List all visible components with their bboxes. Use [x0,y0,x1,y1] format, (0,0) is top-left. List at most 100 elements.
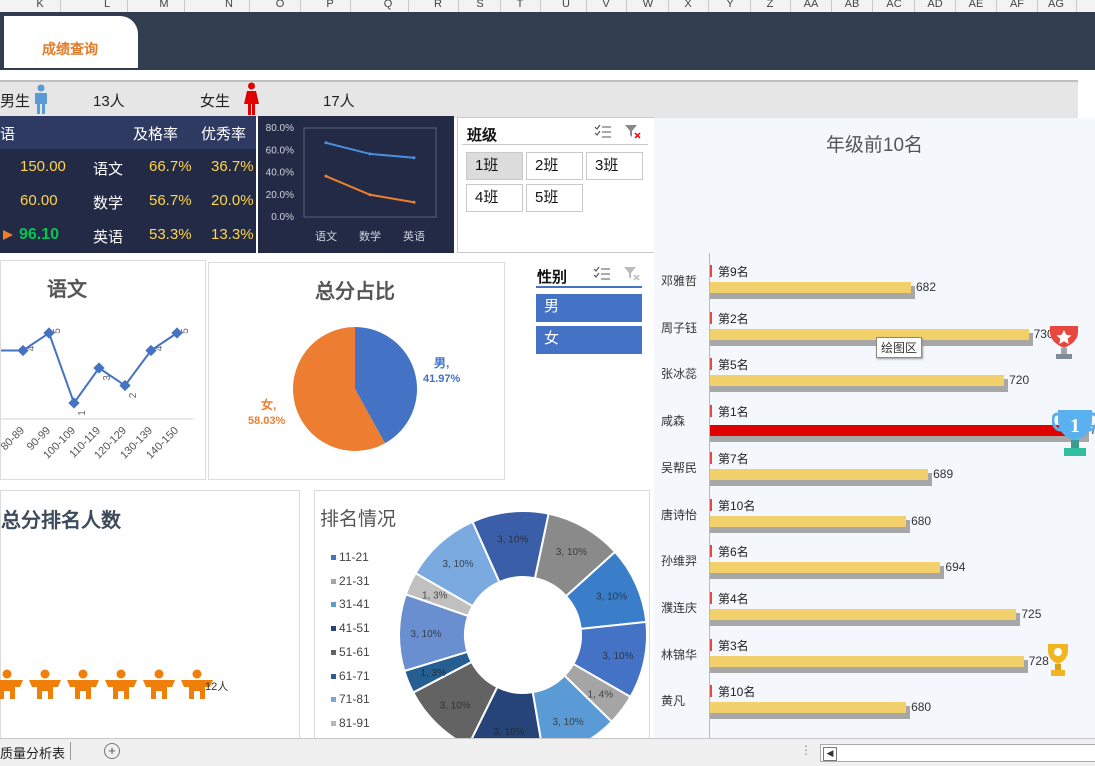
column-header-cell[interactable]: L [87,0,128,12]
x-tick-label: 数学 [359,229,381,243]
rank-marker [710,685,712,698]
student-name: 吴帮民 [661,460,698,475]
score-bar [710,562,941,574]
person-icon [0,669,23,699]
score-bar [710,375,1005,387]
top10-row: 邓雅哲 第9名 682 [654,263,1095,309]
column-header-cell[interactable]: O [260,0,301,12]
class-option-5[interactable]: 5班 [526,184,583,212]
sheet-tab-bar: 质量分析表 + ⋮ ◀ [0,738,1095,766]
gender-option-female[interactable]: 女 [536,326,642,354]
clear-filter-icon[interactable] [623,266,641,282]
column-header-cell[interactable]: AE [956,0,997,12]
person-head [78,669,88,679]
rank-label: 第7名 [718,451,749,466]
series-line-0 [325,141,415,159]
column-header-cell[interactable]: Y [710,0,751,12]
column-header-cell[interactable]: V [586,0,627,12]
pie-label-female: 女, [261,398,277,412]
column-header-cell[interactable]: U [546,0,587,12]
excellent-rate: 20.0% [211,192,254,209]
column-header-cell[interactable]: S [460,0,501,12]
donut-data-label: 3, 10% [497,535,528,546]
donut-data-label: 3, 10% [493,727,524,738]
column-header-cell[interactable]: AF [997,0,1038,12]
gender-option-male[interactable]: 男 [536,294,642,322]
donut-data-label: 3, 10% [440,700,471,711]
y-tick-label: 40.0% [266,168,294,179]
mini-plot-border [303,127,437,218]
chinese-line-chart: 451324580-8990-99100-109110-119120-12913… [1,327,193,462]
column-header-cell[interactable]: P [310,0,351,12]
gender-slicer-title: 性别 [537,269,568,286]
column-header-cell[interactable]: AG [1036,0,1077,12]
top10-row: 林锦华 第3名 728 [654,637,1095,683]
horizontal-scrollbar[interactable]: ◀ [820,744,1095,762]
class-option-4[interactable]: 4班 [466,184,523,212]
male-label: 男生 [0,93,31,110]
scroll-left-icon[interactable]: ◀ [823,747,837,761]
student-name: 黄凡 [661,694,686,709]
student-name: 孙维羿 [661,554,698,569]
rank-marker [710,265,712,277]
column-header-cell[interactable]: T [500,0,541,12]
top10-row: 黄凡 第10名 680 [654,683,1095,729]
person-icon [67,669,99,699]
pass-rate: 53.3% [149,226,192,243]
add-sheet-button[interactable]: + [104,743,120,759]
rank-marker [710,451,712,464]
rank-label: 第6名 [718,545,749,560]
class-option-1[interactable]: 1班 [466,152,523,180]
data-label: 4 [26,345,37,351]
column-header-cell[interactable]: Z [750,0,791,12]
donut-data-label: 1, 4% [588,690,614,701]
class-option-2[interactable]: 2班 [526,152,583,180]
rank-label: 第5名 [718,358,749,373]
data-point [412,156,416,160]
column-header-cell[interactable]: M [144,0,185,12]
person-head [192,669,202,679]
column-header-cell[interactable]: K [20,0,61,12]
person-head [40,669,50,679]
rank-label: 第2名 [718,311,749,326]
multi-select-icon[interactable] [593,266,611,280]
top10-title: 年级前10名 [825,135,924,156]
score-value: 725 [1021,606,1042,621]
male-count: 13人 [93,93,125,110]
column-header-cell[interactable]: Q [368,0,409,12]
class-slicer: 班级 1班 2班 3班 4班 5班 [457,117,655,253]
data-point [412,200,416,204]
table-header-excellent: 优秀率 [201,126,247,143]
person-head [154,669,164,679]
student-name: 濮连庆 [661,600,698,615]
student-name: 咸森 [661,414,686,429]
y-tick-label: 60.0% [266,145,294,156]
column-header-cell[interactable]: AB [832,0,873,12]
scroll-split-icon[interactable]: ⋮ [800,743,812,757]
class-option-3[interactable]: 3班 [586,152,643,180]
series-line-1 [325,175,415,204]
column-header-cell[interactable]: N [209,0,250,12]
column-header-cell[interactable]: AD [915,0,956,12]
score-value: 680 [911,513,932,528]
top10-row: 咸森第1名753 [654,403,1095,449]
column-header-cell[interactable]: X [668,0,709,12]
column-header-cell[interactable]: R [418,0,459,12]
rank-marker [710,358,712,371]
column-header-cell[interactable]: AA [791,0,832,12]
person-body [0,680,23,699]
subject-name: 语文 [93,161,124,178]
plot-area-tooltip: 绘图区 [876,337,923,358]
person-icon [105,669,137,699]
column-header-cell[interactable]: AC [874,0,915,12]
female-icon [244,82,259,115]
small-trophy-icon [1048,644,1068,676]
multi-select-icon[interactable] [594,124,612,138]
top10-row: 吴帮民 第7名 689 [654,450,1095,496]
pass-rate-line-chart: 80.0% 60.0% 40.0% 20.0% 0.0% 语文 数学 英语 [258,116,454,253]
student-name: 周子钰 [661,320,698,335]
clear-filter-icon[interactable] [624,124,642,140]
sheet-tab-quality-analysis[interactable]: 质量分析表 [0,743,65,762]
person-body [143,680,175,699]
column-header-cell[interactable]: W [628,0,669,12]
